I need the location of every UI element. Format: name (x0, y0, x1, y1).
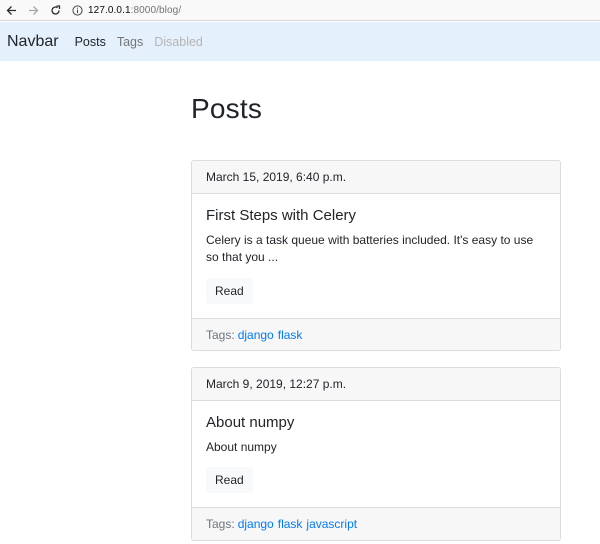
tag-link-flask[interactable]: flask (278, 517, 303, 531)
post-card: March 15, 2019, 6:40 p.m. First Steps wi… (191, 160, 561, 351)
nav-link-posts[interactable]: Posts (75, 35, 106, 49)
browser-toolbar: 127.0.0.1:8000/blog/ (0, 0, 600, 21)
page-title: Posts (191, 93, 263, 124)
url-text[interactable]: 127.0.0.1:8000/blog/ (88, 5, 181, 16)
url-host: 127.0.0.1 (88, 4, 131, 16)
post-title: First Steps with Celery (206, 207, 357, 224)
post-body: About numpy About numpy Read (192, 401, 560, 507)
tags-label: Tags: (206, 328, 235, 342)
tag-link-django[interactable]: django (238, 517, 274, 531)
read-button[interactable]: Read (206, 467, 253, 493)
read-button[interactable]: Read (206, 278, 253, 304)
post-title: About numpy (206, 414, 295, 431)
url-path: :8000/blog/ (130, 4, 182, 16)
url-bar[interactable]: 127.0.0.1:8000/blog/ (72, 5, 181, 16)
nav-link-tags[interactable]: Tags (117, 35, 143, 49)
forward-arrow-icon[interactable] (27, 4, 40, 17)
tag-link-javascript[interactable]: javascript (306, 517, 357, 531)
post-date: March 9, 2019, 12:27 p.m. (192, 368, 560, 401)
post-excerpt: Celery is a task queue with batteries in… (206, 233, 534, 264)
navbar-brand[interactable]: Navbar (7, 33, 59, 51)
tag-link-django[interactable]: django (238, 328, 274, 342)
post-tags: Tags: django flask javascript (192, 507, 560, 540)
back-arrow-icon[interactable] (5, 4, 18, 17)
info-icon[interactable] (72, 4, 83, 16)
reload-icon[interactable] (49, 4, 62, 17)
navbar: Navbar Posts Tags Disabled (0, 22, 600, 61)
post-excerpt: About numpy (206, 440, 277, 454)
post-tags: Tags: django flask (192, 318, 560, 350)
nav-link-disabled: Disabled (154, 34, 203, 49)
tag-link-flask[interactable]: flask (278, 328, 303, 342)
post-body: First Steps with Celery Celery is a task… (192, 194, 560, 318)
tags-label: Tags: (206, 517, 235, 531)
post-card: March 9, 2019, 12:27 p.m. About numpy Ab… (191, 367, 561, 541)
post-date: March 15, 2019, 6:40 p.m. (192, 161, 560, 194)
